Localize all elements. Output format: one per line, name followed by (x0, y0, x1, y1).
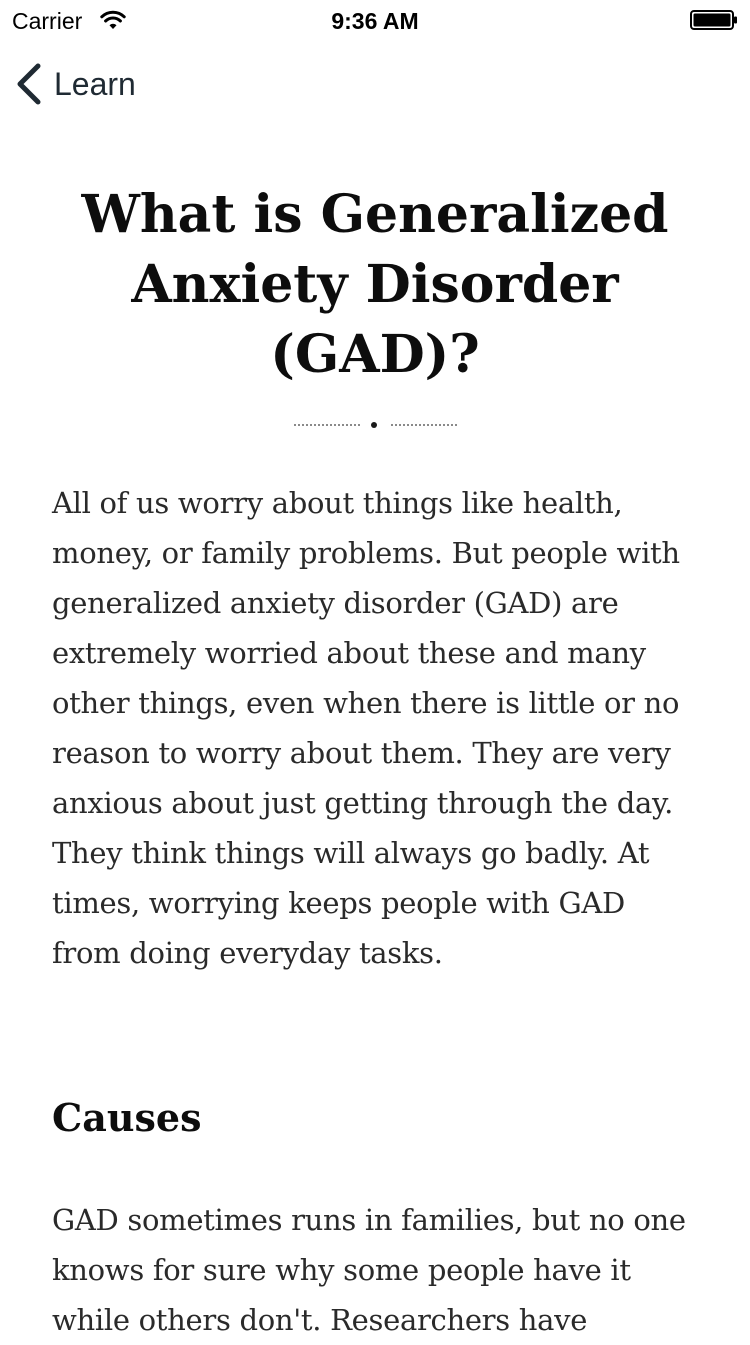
back-button[interactable]: Learn (14, 62, 136, 106)
causes-paragraph: GAD sometimes runs in families, but no o… (52, 1203, 686, 1337)
navigation-bar: Learn (0, 40, 750, 128)
intro-paragraph: All of us worry about things like health… (52, 486, 680, 970)
article-title: What is Generalized Anxiety Disorder (GA… (81, 184, 669, 385)
divider-center-dot (371, 422, 377, 428)
battery-full-icon (690, 10, 737, 30)
divider-dots-left (294, 424, 360, 426)
chevron-left-icon (17, 63, 41, 105)
status-bar: Carrier 9:36 AM (0, 0, 750, 40)
section-heading-causes: Causes (52, 1095, 202, 1140)
status-time: 9:36 AM (331, 8, 419, 34)
title-divider (0, 418, 750, 432)
divider-dots-right (391, 424, 457, 426)
back-button-label: Learn (54, 66, 136, 102)
